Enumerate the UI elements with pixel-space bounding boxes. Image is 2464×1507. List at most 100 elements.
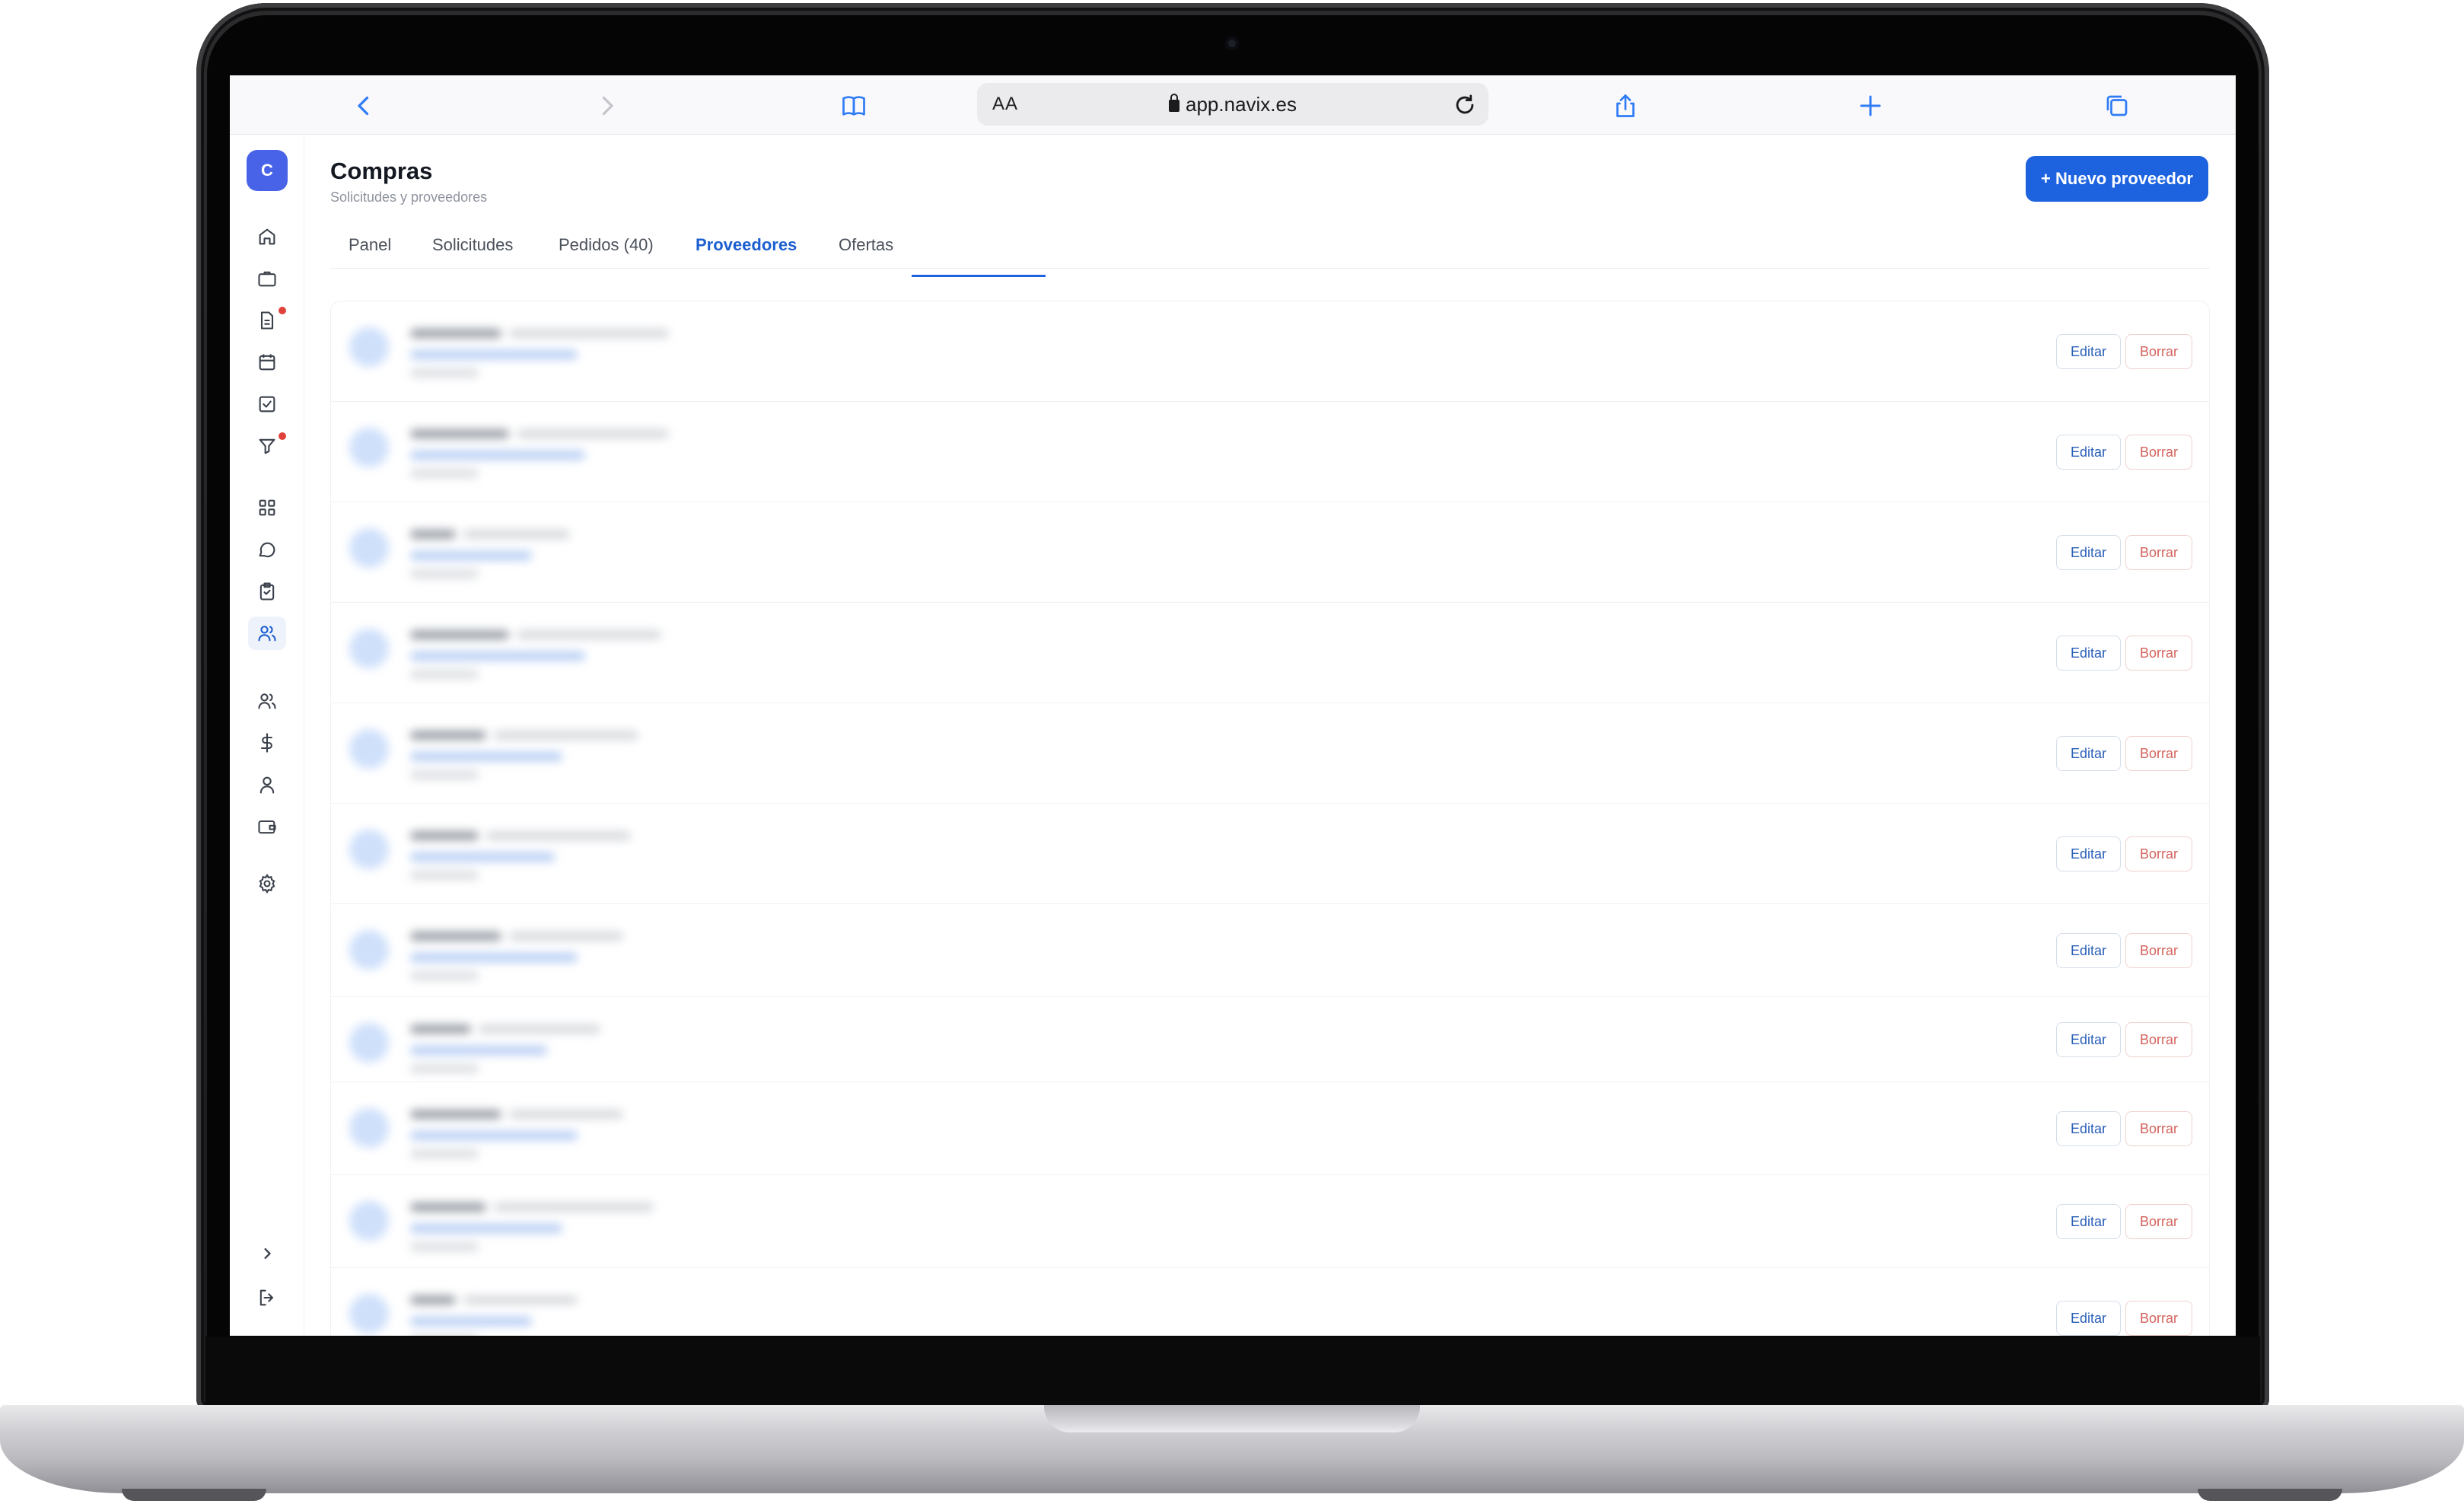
screen: AA app.navix.es C Compras Solicitudes y …	[230, 75, 2236, 1336]
team-icon[interactable]	[248, 684, 286, 718]
delete-button[interactable]: Borrar	[2125, 636, 2192, 671]
url-value: app.navix.es	[1186, 93, 1297, 116]
edit-button[interactable]: Editar	[2055, 535, 2121, 570]
edit-button[interactable]: Editar	[2055, 435, 2121, 470]
delete-button[interactable]: Borrar	[2125, 736, 2192, 771]
table-row: Editar Borrar	[331, 603, 2209, 703]
reload-icon[interactable]	[1452, 92, 1478, 118]
row-actions: Editar Borrar	[2055, 836, 2192, 871]
table-row: Editar Borrar	[331, 1175, 2209, 1268]
notification-badge	[279, 307, 286, 314]
row-actions: Editar Borrar	[2055, 1022, 2192, 1057]
main-content: Compras Solicitudes y proveedores + Nuev…	[304, 135, 2236, 1336]
table-row: Editar Borrar	[331, 703, 2209, 804]
home-icon[interactable]	[248, 220, 286, 253]
address-bar[interactable]: AA app.navix.es	[977, 83, 1488, 126]
blurred-supplier-info	[349, 1193, 775, 1262]
new-tab-icon[interactable]	[1855, 91, 1886, 121]
tab-panel[interactable]: Panel	[349, 235, 391, 269]
edit-button[interactable]: Editar	[2055, 1111, 2121, 1146]
table-row: Editar Borrar	[331, 904, 2209, 997]
users-icon[interactable]	[248, 616, 286, 650]
edit-button[interactable]: Editar	[2055, 736, 2121, 771]
row-actions: Editar Borrar	[2055, 334, 2192, 369]
blurred-supplier-info	[349, 420, 775, 489]
delete-button[interactable]: Borrar	[2125, 435, 2192, 470]
delete-button[interactable]: Borrar	[2125, 1301, 2192, 1336]
clipboard-icon[interactable]	[248, 575, 286, 608]
tab-ofertas[interactable]: Ofertas	[839, 235, 893, 269]
active-tab-indicator	[912, 275, 1046, 277]
checkbox-icon[interactable]	[248, 387, 286, 421]
row-actions: Editar Borrar	[2055, 435, 2192, 470]
url-text: app.navix.es	[977, 93, 1488, 116]
tab-proveedores[interactable]: Proveedores	[696, 235, 797, 269]
wallet-icon[interactable]	[248, 810, 286, 843]
lock-icon	[1169, 94, 1179, 112]
delete-button[interactable]: Borrar	[2125, 933, 2192, 968]
dollar-icon[interactable]	[248, 726, 286, 760]
edit-button[interactable]: Editar	[2055, 1301, 2121, 1336]
table-row: Editar Borrar	[331, 997, 2209, 1084]
delete-button[interactable]: Borrar	[2125, 836, 2192, 871]
notification-badge	[279, 432, 286, 440]
blurred-supplier-info	[349, 922, 775, 991]
edit-button[interactable]: Editar	[2055, 636, 2121, 671]
chat-icon[interactable]	[248, 533, 286, 566]
edit-button[interactable]: Editar	[2055, 334, 2121, 369]
blurred-supplier-info	[349, 722, 775, 790]
tab-bar: Panel Solicitudes Pedidos (40) Proveedor…	[330, 231, 2210, 269]
table-row: Editar Borrar	[331, 502, 2209, 603]
forward-icon[interactable]	[592, 91, 622, 121]
edit-button[interactable]: Editar	[2055, 1022, 2121, 1057]
blurred-supplier-info	[349, 621, 775, 690]
delete-button[interactable]: Borrar	[2125, 334, 2192, 369]
grid-icon[interactable]	[248, 491, 286, 524]
avatar[interactable]: C	[247, 150, 288, 191]
gear-icon[interactable]	[248, 867, 286, 900]
row-actions: Editar Borrar	[2055, 636, 2192, 671]
table-row: Editar Borrar	[331, 804, 2209, 904]
new-supplier-button[interactable]: + Nuevo proveedor	[2026, 156, 2208, 202]
row-actions: Editar Borrar	[2055, 736, 2192, 771]
share-icon[interactable]	[1610, 91, 1641, 121]
bookmarks-icon[interactable]	[839, 91, 869, 121]
tab-pedidos[interactable]: Pedidos (40)	[559, 235, 654, 269]
delete-button[interactable]: Borrar	[2125, 535, 2192, 570]
laptop-foot	[122, 1489, 266, 1501]
blurred-supplier-info	[349, 1015, 775, 1084]
row-actions: Editar Borrar	[2055, 933, 2192, 968]
blurred-supplier-info	[349, 521, 775, 589]
back-icon[interactable]	[349, 91, 379, 121]
table-row: Editar Borrar	[331, 402, 2209, 502]
row-actions: Editar Borrar	[2055, 1204, 2192, 1239]
blurred-supplier-info	[349, 320, 775, 388]
page-title: Compras	[330, 158, 433, 184]
edit-button[interactable]: Editar	[2055, 1204, 2121, 1239]
laptop-base-notch	[1044, 1405, 1420, 1432]
blurred-supplier-info	[349, 1101, 775, 1169]
row-actions: Editar Borrar	[2055, 1301, 2192, 1336]
tab-solicitudes[interactable]: Solicitudes	[432, 235, 513, 269]
browser-toolbar: AA app.navix.es	[230, 75, 2236, 135]
table-row: Editar Borrar	[331, 301, 2209, 402]
user-icon[interactable]	[248, 768, 286, 801]
row-actions: Editar Borrar	[2055, 535, 2192, 570]
table-row: Editar Borrar	[331, 1268, 2209, 1336]
logout-icon[interactable]	[248, 1281, 286, 1314]
edit-button[interactable]: Editar	[2055, 836, 2121, 871]
delete-button[interactable]: Borrar	[2125, 1111, 2192, 1146]
delete-button[interactable]: Borrar	[2125, 1204, 2192, 1239]
bezel-bottom	[205, 1337, 2260, 1407]
laptop-foot	[2198, 1489, 2342, 1501]
edit-button[interactable]: Editar	[2055, 933, 2121, 968]
calendar-icon[interactable]	[248, 346, 286, 379]
table-row: Editar Borrar	[331, 1082, 2209, 1175]
chevron-right-icon[interactable]	[248, 1237, 286, 1270]
supplier-table: Editar Borrar Editar Borrar Editar Borrar Edit…	[330, 301, 2210, 1336]
blurred-supplier-info	[349, 1286, 775, 1336]
delete-button[interactable]: Borrar	[2125, 1022, 2192, 1057]
briefcase-icon[interactable]	[248, 262, 286, 295]
tabs-overview-icon[interactable]	[2102, 91, 2132, 121]
page-subtitle: Solicitudes y proveedores	[330, 190, 488, 205]
